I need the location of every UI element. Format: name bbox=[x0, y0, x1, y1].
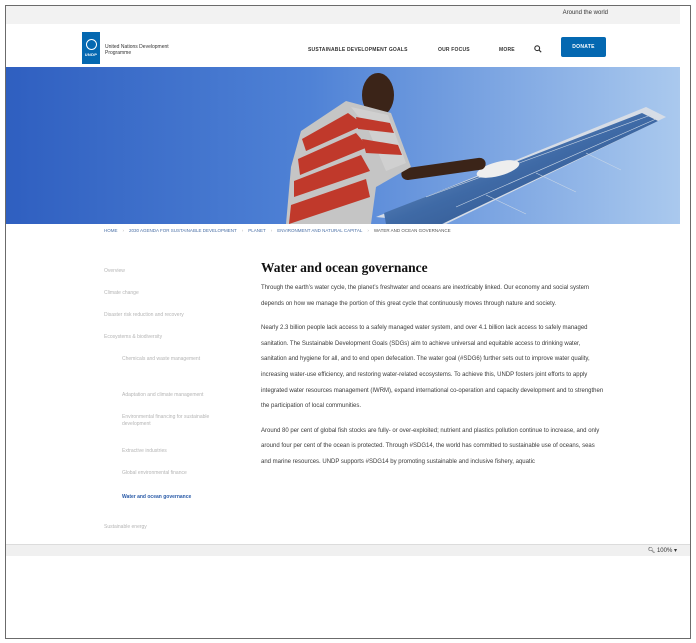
around-the-world-link[interactable]: Around the world bbox=[563, 10, 608, 16]
breadcrumb-planet[interactable]: PLANET bbox=[248, 228, 266, 233]
sidebar-item-water-ocean[interactable]: Water and ocean governance bbox=[122, 494, 191, 501]
sidebar-item-sustainable-energy[interactable]: Sustainable energy bbox=[104, 524, 147, 531]
donate-button[interactable]: DONATE bbox=[561, 37, 606, 57]
breadcrumb-separator: › bbox=[241, 228, 244, 233]
un-emblem-icon bbox=[85, 39, 97, 50]
nav-our-focus[interactable]: OUR FOCUS bbox=[438, 47, 470, 53]
page-viewport: Around the world UNDP United Nations Dev… bbox=[6, 6, 680, 544]
sidebar-item-disaster-risk[interactable]: Disaster risk reduction and recovery bbox=[104, 312, 184, 319]
sidebar-item-environmental-financing[interactable]: Environmental financing for sustainable … bbox=[122, 414, 232, 428]
browser-frame: Around the world UNDP United Nations Dev… bbox=[5, 5, 691, 639]
nav-more[interactable]: MORE bbox=[499, 47, 515, 53]
nav-sdgs[interactable]: SUSTAINABLE DEVELOPMENT GOALS bbox=[308, 47, 408, 53]
main-content: Water and ocean governance Through the e… bbox=[261, 260, 606, 480]
sidebar-item-overview[interactable]: Overview bbox=[104, 268, 125, 275]
utility-bar: Around the world bbox=[6, 6, 680, 24]
zoom-level: 100% bbox=[656, 548, 673, 554]
page-title: Water and ocean governance bbox=[261, 260, 428, 275]
hero-image bbox=[6, 67, 680, 224]
sidebar-item-global-env-finance[interactable]: Global environmental finance bbox=[122, 470, 187, 477]
breadcrumb-home[interactable]: HOME bbox=[104, 228, 118, 233]
sidebar-item-climate-change[interactable]: Climate change bbox=[104, 290, 139, 297]
sidebar-item-ecosystems[interactable]: Ecosystems & biodiversity bbox=[104, 334, 162, 341]
undp-logo[interactable]: UNDP bbox=[82, 32, 100, 64]
breadcrumb-2030-agenda[interactable]: 2030 AGENDA FOR SUSTAINABLE DEVELOPMENT bbox=[129, 228, 237, 233]
breadcrumb-environment[interactable]: ENVIRONMENT AND NATURAL CAPITAL bbox=[277, 228, 362, 233]
sidebar-item-chemicals-waste[interactable]: Chemicals and waste management bbox=[122, 356, 212, 363]
hero-photo bbox=[6, 67, 680, 224]
zoom-dropdown-icon[interactable]: ▾ bbox=[674, 548, 677, 554]
logo-letters: UNDP bbox=[84, 52, 98, 57]
breadcrumb-separator: › bbox=[270, 228, 273, 233]
search-icon[interactable] bbox=[534, 45, 542, 53]
breadcrumb-separator: › bbox=[367, 228, 369, 233]
sidebar-item-extractive-industries[interactable]: Extractive industries bbox=[122, 448, 167, 455]
zoom-magnifier-icon: 🔍︎ bbox=[647, 548, 657, 554]
zoom-indicator[interactable]: 🔍︎ 100% ▾ bbox=[648, 547, 677, 554]
breadcrumb: HOME › 2030 AGENDA FOR SUSTAINABLE DEVELOP… bbox=[104, 228, 451, 233]
browser-status-bar: 🔍︎ 100% ▾ bbox=[6, 544, 690, 556]
logo-text[interactable]: United Nations Development Programme bbox=[105, 44, 195, 56]
breadcrumb-current: WATER AND OCEAN GOVERNANCE bbox=[373, 228, 451, 233]
paragraph: Around 80 per cent of global fish stocks… bbox=[261, 427, 600, 465]
blank-area bbox=[6, 556, 690, 638]
paragraph: Nearly 2.3 billion people lack access to… bbox=[261, 325, 604, 410]
breadcrumb-separator: › bbox=[122, 228, 125, 233]
site-header: UNDP United Nations Development Programm… bbox=[6, 24, 680, 72]
sidebar-item-adaptation[interactable]: Adaptation and climate management bbox=[122, 392, 203, 399]
paragraph: Through the earth’s water cycle, the pla… bbox=[261, 285, 589, 307]
